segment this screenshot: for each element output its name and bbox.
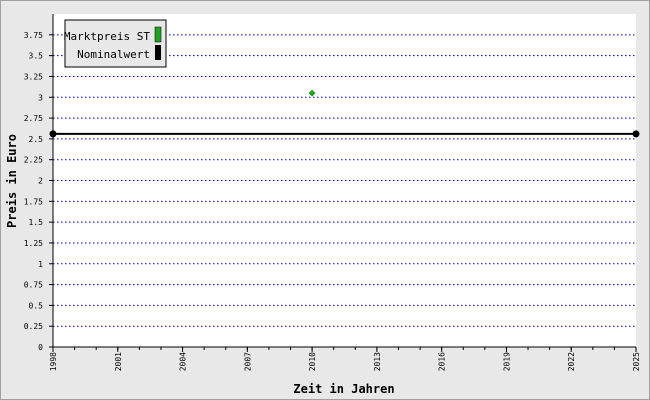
y-axis-ticks: 0 0.25 0.5 0.75 1 1.25 1.5 1.75 2 2.25 2.5 2.75 3 3.2… [24,31,53,352]
y-tick-label: 2 [38,177,43,186]
x-tick-label: 2010 [308,352,317,371]
x-axis-ticks: 1998 2001 2004 2007 2010 2013 2016 2019 2022 2025 [49,347,641,371]
y-tick-label: 1.75 [24,197,43,206]
y-tick-label: 0 [38,343,43,352]
y-tick-label: 2.5 [29,135,44,144]
x-tick-label: 2016 [438,352,447,371]
x-tick-label: 2019 [502,352,511,371]
data-point [632,130,640,138]
y-axis-title: Preis in Euro [5,134,19,228]
chart: 0 0.25 0.5 0.75 1 1.25 1.5 1.75 2 2.25 2.5 2.75 3 3.2… [5,14,641,396]
legend-swatch-nominalwert [155,45,161,60]
y-tick-label: 2.75 [24,114,43,123]
x-tick-label: 1998 [49,352,58,371]
legend: Marktpreis ST Nominalwert [64,19,167,68]
x-tick-label: 2001 [114,352,123,371]
x-tick-label: 2025 [632,352,641,371]
x-axis-title: Zeit in Jahren [293,382,394,396]
y-tick-label: 0.5 [29,301,44,310]
x-tick-label: 2007 [243,352,252,371]
y-tick-label: 3.5 [29,52,44,61]
y-tick-label: 0.25 [24,322,43,331]
x-tick-label: 2013 [373,352,382,371]
x-tick-label: 2004 [179,352,188,371]
y-tick-label: 0.75 [24,281,43,290]
legend-label-nominalwert: Nominalwert [77,48,150,61]
x-tick-label: 2022 [567,352,576,371]
legend-label-marktpreis: Marktpreis ST [64,30,150,43]
y-tick-label: 3 [38,93,43,102]
y-tick-label: 3.75 [24,31,43,40]
y-tick-label: 2.25 [24,156,43,165]
legend-swatch-marktpreis [154,26,162,43]
y-tick-label: 1.25 [24,239,43,248]
y-tick-label: 1 [38,260,43,269]
y-tick-label: 3.25 [24,72,43,81]
y-tick-label: 1.5 [29,218,44,227]
